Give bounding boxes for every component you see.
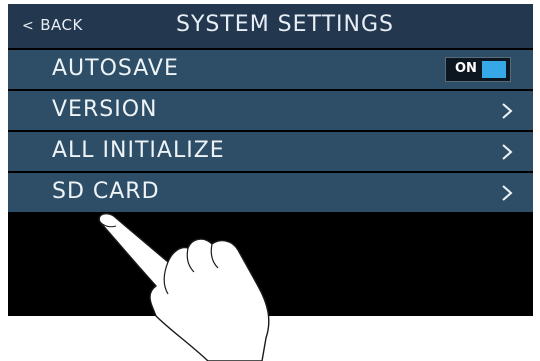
hand-pointer-icon [98,212,270,361]
